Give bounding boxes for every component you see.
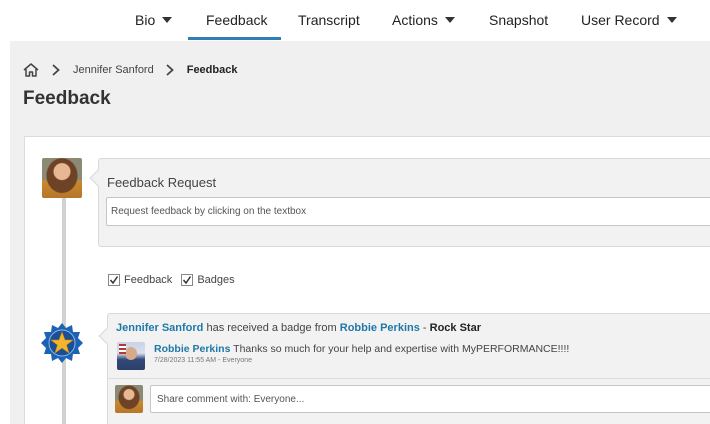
- nav-tab-transcript[interactable]: Transcript: [298, 12, 360, 28]
- timeline-bar: [62, 198, 66, 424]
- breadcrumb: Jennifer Sanford Feedback: [22, 62, 237, 78]
- nav-tab-snapshot[interactable]: Snapshot: [489, 12, 548, 28]
- comment-text: Thanks so much for your help and experti…: [230, 343, 570, 355]
- nav-tab-label: User Record: [581, 12, 660, 28]
- nav-tab-bio[interactable]: Bio: [135, 12, 173, 28]
- star-badge-icon: [41, 323, 83, 363]
- checkmark-icon: [109, 276, 119, 285]
- comment-meta: 7/28/2023 11:55 AM - Everyone: [154, 357, 252, 364]
- avatar: [42, 158, 82, 198]
- comment-body: Robbie Perkins Thanks so much for your h…: [154, 343, 569, 355]
- checkmark-icon: [183, 276, 192, 285]
- nav-tab-actions[interactable]: Actions: [392, 12, 455, 28]
- active-tab-indicator: [188, 37, 281, 40]
- nav-tab-label: Actions: [392, 12, 438, 28]
- avatar: [117, 342, 145, 370]
- share-comment-input[interactable]: [150, 385, 710, 413]
- nav-tab-user-record[interactable]: User Record: [581, 12, 677, 28]
- badge-post-headline: Jennifer Sanford has received a badge fr…: [116, 322, 481, 334]
- nav-tab-label: Transcript: [298, 12, 360, 28]
- avatar: [115, 385, 143, 413]
- page-title: Feedback: [23, 88, 111, 109]
- feedback-filter-label: Feedback: [124, 274, 173, 286]
- feedback-request-input[interactable]: [106, 197, 710, 226]
- badges-filter-checkbox[interactable]: [181, 274, 194, 286]
- nav-tab-feedback[interactable]: Feedback: [206, 12, 267, 28]
- feedback-filter-checkbox[interactable]: [108, 274, 120, 286]
- nav-tab-label: Feedback: [206, 12, 268, 28]
- caret-down-icon: [444, 17, 455, 23]
- top-nav: Bio Feedback Transcript Actions Snapshot…: [0, 0, 710, 41]
- caret-down-icon: [162, 17, 173, 23]
- home-icon[interactable]: [22, 62, 40, 78]
- nav-tab-label: Snapshot: [489, 12, 549, 28]
- breadcrumb-user-link[interactable]: Jennifer Sanford: [73, 64, 154, 76]
- badges-filter-label: Badges: [197, 274, 235, 286]
- nav-tab-label: Bio: [135, 12, 156, 28]
- comment-visibility: Everyone: [222, 357, 252, 364]
- comment-timestamp: 7/28/2023 11:55 AM: [154, 357, 217, 364]
- comment-author-link[interactable]: Robbie Perkins: [154, 343, 230, 355]
- feedback-request-title: Feedback Request: [107, 175, 217, 190]
- badge-action-text: has received a badge from: [203, 322, 340, 334]
- divider: [107, 378, 710, 379]
- chevron-right-icon: [166, 64, 174, 76]
- feed-filters: Feedback Badges: [108, 274, 244, 286]
- badge-name: Rock Star: [429, 322, 481, 334]
- badge-separator: -: [419, 322, 430, 334]
- chevron-right-icon: [52, 64, 60, 76]
- breadcrumb-current: Feedback: [186, 64, 238, 76]
- giver-link[interactable]: Robbie Perkins: [340, 322, 420, 334]
- caret-down-icon: [666, 17, 677, 23]
- recipient-link[interactable]: Jennifer Sanford: [116, 322, 203, 334]
